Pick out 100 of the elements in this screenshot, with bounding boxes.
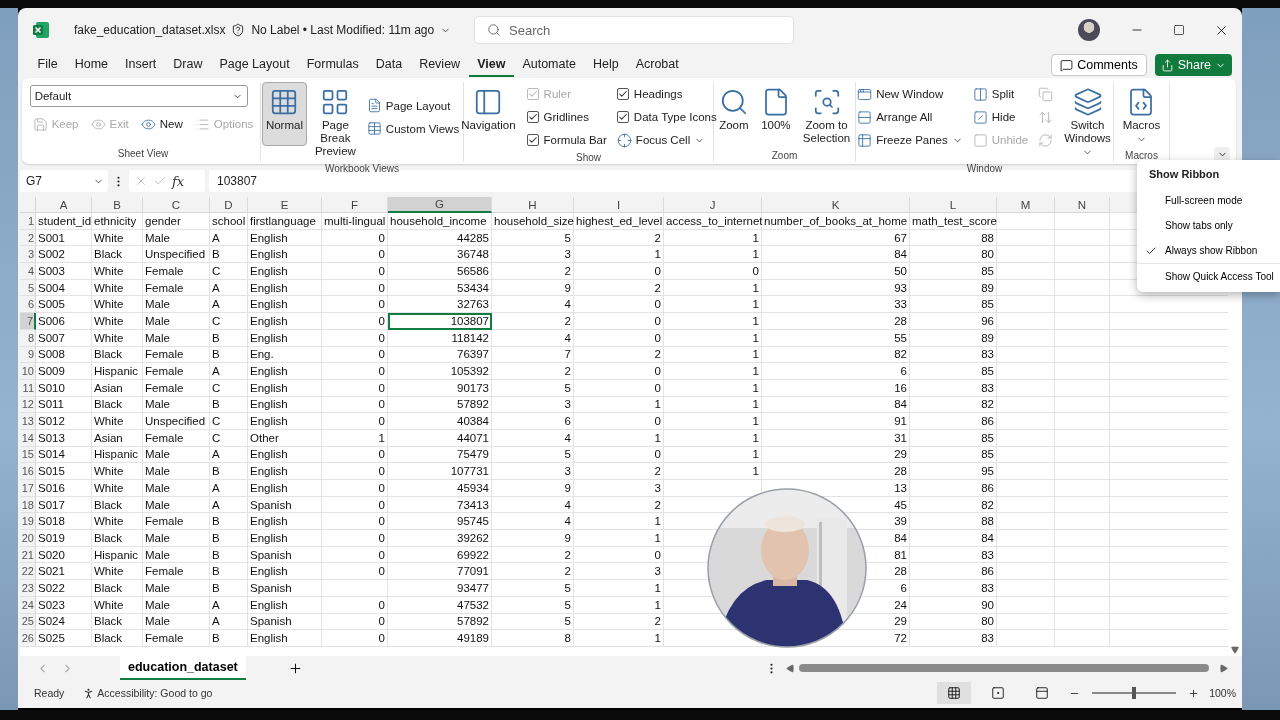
table-cell: 57892: [388, 613, 492, 631]
table-cell: B: [210, 346, 248, 364]
table-cell: 86: [910, 563, 997, 581]
table-cell: 0: [322, 329, 388, 347]
table-cell: Black: [92, 246, 143, 264]
table-cell: A: [210, 496, 248, 514]
table-cell: C: [210, 429, 248, 447]
table-cell: Female: [143, 513, 210, 531]
table-cell: Black: [92, 613, 143, 631]
table-cell: 3: [492, 246, 574, 264]
table-cell: 2: [492, 263, 574, 280]
table-cell: White: [92, 596, 143, 614]
table-cell: 0: [322, 496, 388, 514]
table-cell: 1: [664, 313, 762, 330]
table-cell: S014: [36, 446, 92, 464]
table-cell: 0: [322, 346, 388, 364]
table-cell: Male: [143, 313, 210, 330]
table-cell: White: [92, 513, 143, 531]
table-cell: 0: [322, 563, 388, 581]
table-cell: 91: [762, 413, 910, 430]
table-cell: White: [92, 329, 143, 347]
table-cell: English: [248, 379, 322, 397]
table-cell: 4: [492, 429, 574, 447]
table-cell: Spanish: [248, 613, 322, 631]
table-cell: 44071: [388, 429, 492, 447]
table-cell: Female: [143, 379, 210, 397]
table-cell: 1: [664, 279, 762, 297]
table-cell: 57892: [388, 396, 492, 414]
table-cell: 9: [492, 480, 574, 497]
table-cell: S015: [36, 463, 92, 480]
table-cell: Eng.: [248, 346, 322, 364]
table-cell: 0: [322, 279, 388, 297]
table-cell: White: [92, 313, 143, 330]
table-cell: Other: [248, 429, 322, 447]
table-cell: 1: [664, 396, 762, 414]
table-cell: 3: [574, 563, 664, 581]
table-cell: A: [210, 596, 248, 614]
table-cell: 45934: [388, 480, 492, 497]
table-cell: 2: [492, 363, 574, 380]
table-cell: 29: [762, 446, 910, 464]
table-cell: 107731: [388, 463, 492, 480]
table-cell: 4: [492, 496, 574, 514]
table-cell: 82: [910, 496, 997, 514]
table-cell: 2: [574, 229, 664, 247]
table-cell: 93: [762, 279, 910, 297]
table-cell: Spanish: [248, 496, 322, 514]
table-cell: S004: [36, 279, 92, 297]
table-cell: White: [92, 463, 143, 480]
table-cell: Black: [92, 530, 143, 547]
table-cell: C: [210, 313, 248, 330]
table-cell: Male: [143, 546, 210, 564]
table-cell: highest_ed_level: [574, 213, 664, 230]
table-cell: White: [92, 413, 143, 430]
table-cell: White: [92, 263, 143, 280]
table-cell: 0: [322, 313, 388, 330]
table-cell: S005: [36, 296, 92, 314]
table-cell: S022: [36, 580, 92, 597]
table-cell: English: [248, 513, 322, 531]
table-cell: 2: [492, 563, 574, 581]
status-text: Ready: [34, 687, 65, 699]
table-cell: firstlanguage: [248, 213, 322, 230]
table-cell: gender: [143, 213, 210, 230]
table-cell: 5: [492, 580, 574, 597]
table-cell: 88: [910, 513, 997, 531]
table-cell: 83: [910, 546, 997, 564]
table-cell: 1: [664, 246, 762, 264]
table-cell: 83: [910, 580, 997, 597]
table-cell: 96: [910, 313, 997, 330]
table-cell: White: [92, 229, 143, 247]
table-cell: Male: [143, 296, 210, 314]
table-cell: B: [210, 530, 248, 547]
table-cell: 0: [322, 413, 388, 430]
table-cell: Male: [143, 229, 210, 247]
table-cell: math_test_score: [910, 213, 997, 230]
table-cell: student_id: [36, 213, 92, 230]
table-cell: Asian: [92, 379, 143, 397]
table-cell: 55: [762, 329, 910, 347]
table-cell: 1: [664, 363, 762, 380]
table-cell: 0: [322, 513, 388, 531]
table-cell: 0: [322, 446, 388, 464]
table-cell: C: [210, 413, 248, 430]
table-cell: household_size: [492, 213, 574, 230]
table-cell: 93477: [388, 580, 492, 597]
table-cell: 88: [910, 229, 997, 247]
table-cell: access_to_internet: [664, 213, 762, 230]
table-cell: B: [210, 630, 248, 647]
table-cell: S010: [36, 379, 92, 397]
table-cell: 76397: [388, 346, 492, 364]
table-cell: 0: [574, 446, 664, 464]
table-cell: S007: [36, 329, 92, 347]
table-cell: 95745: [388, 513, 492, 531]
table-cell: S002: [36, 246, 92, 264]
table-cell: 1: [664, 379, 762, 397]
table-cell: 86: [910, 413, 997, 430]
table-cell: school: [210, 213, 248, 230]
table-cell: Black: [92, 580, 143, 597]
table-cell: 80: [910, 613, 997, 631]
table-cell: 5: [492, 229, 574, 247]
table-cell: Male: [143, 463, 210, 480]
table-cell: 1: [574, 596, 664, 614]
